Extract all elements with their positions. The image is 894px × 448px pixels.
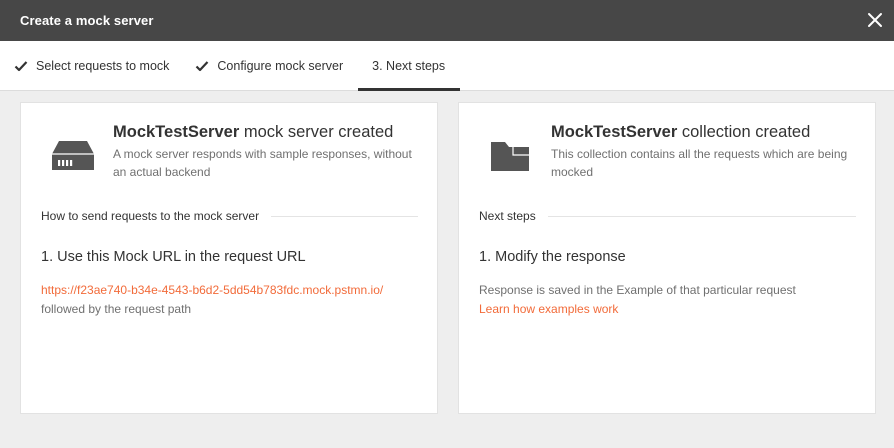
dialog-title: Create a mock server xyxy=(20,13,154,28)
card-description: This collection contains all the request… xyxy=(551,147,848,179)
checkmark-icon xyxy=(196,60,209,71)
tab-select-requests[interactable]: Select requests to mock xyxy=(0,41,193,90)
section-heading: Next steps xyxy=(479,209,856,223)
url-suffix: followed by the request path xyxy=(41,302,192,316)
section-heading-label: Next steps xyxy=(479,209,536,223)
folder-icon xyxy=(491,142,529,171)
dialog-titlebar: Create a mock server xyxy=(0,0,894,41)
learn-examples-link[interactable]: Learn how examples work xyxy=(479,302,618,316)
card-title: MockTestServer collection created xyxy=(551,123,810,142)
card-title-suffix: collection created xyxy=(677,123,811,141)
mock-server-name: MockTestServer xyxy=(113,123,240,141)
step-title: 1. Modify the response xyxy=(479,249,626,265)
mock-server-card: MockTestServer mock server created A moc… xyxy=(20,102,438,414)
section-heading-label: How to send requests to the mock server xyxy=(41,209,260,223)
tab-next-steps[interactable]: 3. Next steps xyxy=(358,41,461,91)
collection-name: MockTestServer xyxy=(551,123,678,141)
section-heading: How to send requests to the mock server xyxy=(41,209,418,223)
server-icon xyxy=(52,141,94,170)
tab-configure-mock-server[interactable]: Configure mock server xyxy=(193,41,358,90)
step-text: Response is saved in the Example of that… xyxy=(479,283,796,297)
tab-label: Configure mock server xyxy=(217,58,344,73)
card-description: A mock server responds with sample respo… xyxy=(113,147,412,179)
tab-label: 3. Next steps xyxy=(372,58,446,73)
step-body: Response is saved in the Example of that… xyxy=(479,281,849,319)
card-title: MockTestServer mock server created xyxy=(113,123,393,142)
divider xyxy=(271,215,418,217)
close-icon[interactable] xyxy=(866,11,884,29)
checkmark-icon xyxy=(14,60,28,71)
step-body: https://f23ae740-b34e-4543-b6d2-5dd54b78… xyxy=(41,281,411,319)
tab-label: Select requests to mock xyxy=(36,58,170,73)
wizard-steps: Select requests to mock Configure mock s… xyxy=(0,41,894,91)
divider xyxy=(547,215,856,217)
collection-card: MockTestServer collection created This c… xyxy=(458,102,876,414)
mock-url-link[interactable]: https://f23ae740-b34e-4543-b6d2-5dd54b78… xyxy=(41,283,383,297)
step-title: 1. Use this Mock URL in the request URL xyxy=(41,249,306,265)
card-title-suffix: mock server created xyxy=(239,123,394,141)
